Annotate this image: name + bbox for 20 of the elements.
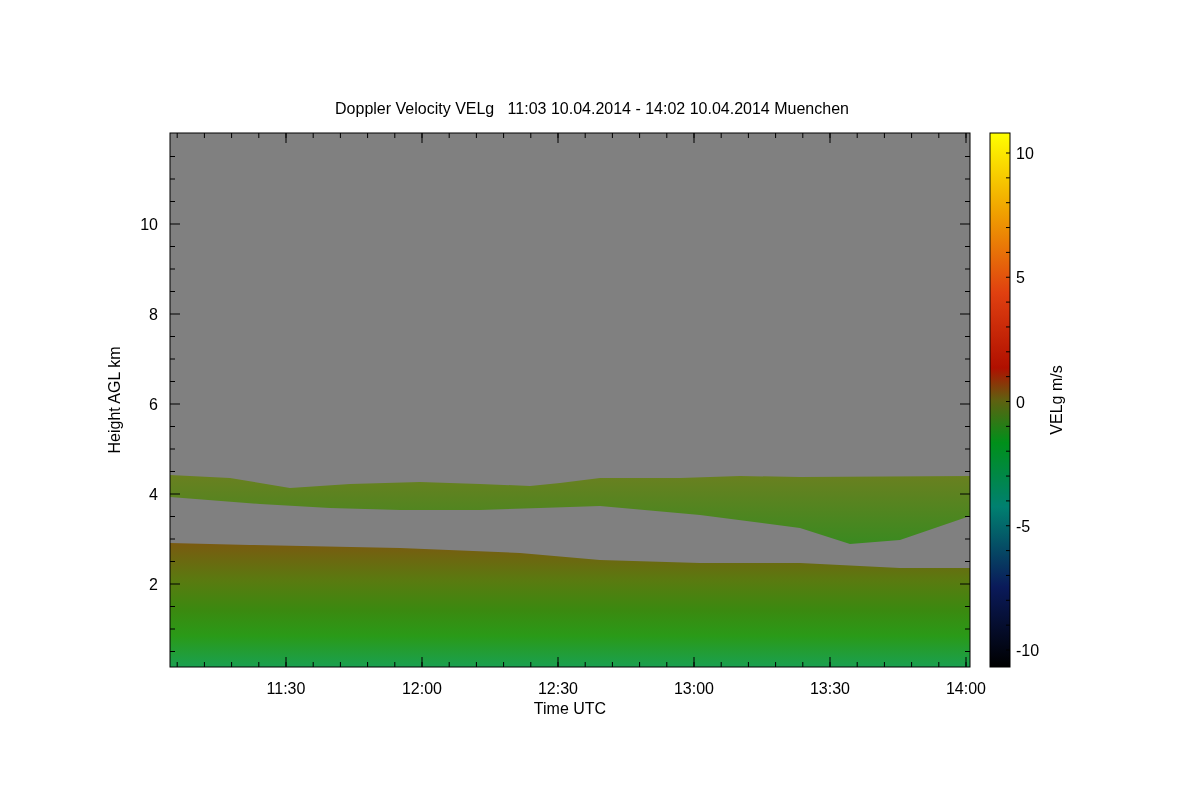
chart-title: Doppler Velocity VELg 11:03 10.04.2014 - 14:02 10.04.2014 Muenchen: [335, 100, 849, 117]
x-tick-label: 12:30: [538, 680, 578, 697]
colorbar-tick-label: 10: [1016, 145, 1034, 162]
y-tick-label: 8: [149, 306, 158, 323]
colorbar-tick-label: -10: [1016, 642, 1040, 659]
colorbar-label: VELg m/s: [1048, 365, 1065, 435]
y-axis-label: Height AGL km: [106, 346, 123, 454]
y-tick-label: 4: [149, 486, 158, 503]
colorbar-tick-label: 0: [1016, 393, 1025, 411]
x-tick-label: 11:30: [266, 680, 306, 697]
colorbar-tick-label: -5: [1016, 517, 1031, 535]
x-tick-label: 13:30: [810, 680, 850, 697]
y-tick-label: 2: [149, 576, 158, 593]
x-tick-label: 13:00: [674, 680, 714, 697]
y-tick-label: 6: [149, 396, 158, 413]
x-tick-label: 14:00: [946, 680, 986, 697]
y-tick-label: 10: [140, 216, 158, 233]
x-tick-label: 12:00: [402, 680, 442, 697]
colorbar-tick-label: 5: [1016, 269, 1025, 287]
x-axis-label: Time UTC: [533, 700, 607, 717]
